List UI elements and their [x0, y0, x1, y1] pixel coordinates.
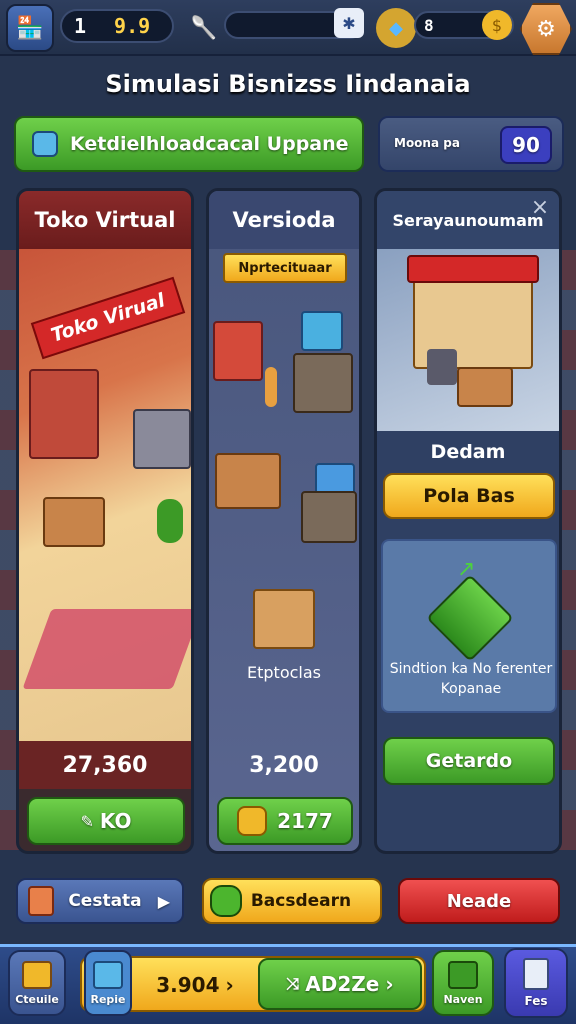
currency-value[interactable]: 3.904 ›	[140, 968, 250, 1002]
cart-small-image	[427, 349, 457, 385]
action-label: AD2Ze	[305, 972, 380, 996]
update-button[interactable]: Ketdielhloadcacal Uppane	[14, 116, 364, 172]
nav-repie-label: Repie	[90, 992, 126, 1006]
panel1-scene: Toko Virual	[19, 249, 191, 741]
chevron-right-icon-2: ›	[385, 972, 394, 996]
panel2-value: 3,200	[249, 753, 319, 778]
plant-image	[157, 499, 183, 543]
shuffle-icon: ⤨	[286, 974, 300, 993]
gems-value: 8	[424, 15, 434, 35]
parcel-image	[253, 589, 315, 649]
document-icon	[523, 958, 549, 990]
action-button[interactable]: ⤨ AD2Ze ›	[258, 958, 422, 1010]
nav-naven-label: Naven	[443, 992, 483, 1006]
box-icon	[93, 960, 123, 989]
neade-button[interactable]: Neade	[398, 878, 560, 924]
gear-icon[interactable]: ✱	[334, 8, 364, 38]
coin-icon[interactable]: $	[482, 10, 512, 40]
play-icon: ▶	[157, 891, 170, 911]
cube-icon	[448, 960, 478, 989]
rug-image	[22, 609, 191, 689]
gem-icon: ◆	[376, 8, 416, 48]
panel3-button[interactable]: Pola Bas	[383, 473, 555, 519]
panel3-label: Dedam	[430, 441, 506, 463]
page-title: Simulasi Bisnizss Iindanaia	[105, 70, 471, 98]
panel2-title: Versioda	[209, 191, 359, 249]
cestata-button[interactable]: Cestata ▶	[16, 878, 184, 924]
goods-table-image	[215, 453, 281, 509]
mode-button[interactable]: Moona pa 90	[378, 116, 564, 172]
upgrade-card: ↗ Sindtion ka No ferenter Kopanae	[381, 539, 557, 713]
shopper-image	[265, 367, 277, 407]
panel-serayaunoumam: Serayaunoumam × Dedam Pola Bas ↗ Sindtio…	[374, 188, 562, 854]
currency-amount: 3.904	[156, 973, 220, 997]
panel3-action-button[interactable]: Getardo	[383, 737, 555, 785]
nav-cteuile[interactable]: Cteuile	[8, 950, 66, 1016]
nav-cteuile-label: Cteuile	[15, 992, 59, 1006]
shelf-image	[29, 369, 99, 459]
chevron-right-icon: ›	[225, 973, 234, 997]
panel3-scene	[377, 249, 559, 431]
shop-icon[interactable]: 🏪	[6, 4, 54, 52]
pencil-icon: ✎	[80, 811, 94, 831]
bacsdearn-button[interactable]: Bacsdearn	[202, 878, 382, 924]
panel2-button[interactable]: 2177	[217, 797, 353, 845]
panel1-title: Toko Virtual	[19, 191, 191, 249]
top-bar: 🏪 1 9.9 🥄 ✱ ◆ 8 $ ⚙	[0, 0, 576, 56]
panel1-value-band: 27,360	[19, 741, 191, 789]
counter-image	[43, 497, 105, 547]
nav-naven[interactable]: Naven	[432, 950, 494, 1016]
magnifier-icon	[32, 131, 58, 157]
nav-fes[interactable]: Fes	[504, 948, 568, 1018]
bacsdearn-label: Bacsdearn	[250, 891, 352, 911]
shop-roof-image	[407, 255, 539, 283]
upgrade-text: Sindtion ka No ferenter Kopanae	[389, 661, 553, 697]
update-label: Ketdielhloadcacal Uppane	[70, 133, 349, 155]
panel1-button-label: KO	[99, 809, 132, 833]
cage-image	[293, 353, 353, 413]
close-icon[interactable]: ×	[527, 195, 553, 221]
panel-toko-virtual: Toko Virtual Toko Virual 27,360 ✎ KO	[16, 188, 194, 854]
level-pill: 1 9.9	[60, 9, 174, 43]
stall-small-image	[457, 367, 513, 407]
coins-value: 9.9	[114, 14, 151, 38]
panel2-badge: Nprtecituaar	[223, 253, 347, 283]
mode-value: 90	[500, 126, 552, 164]
cart-image	[133, 409, 191, 469]
cestata-label: Cestata	[68, 891, 142, 911]
panel-versioda: Versioda Nprtecituaar Etptoclas 3,200 21…	[206, 188, 362, 854]
panel2-label: Etptoclas	[247, 663, 321, 682]
coin-stack-icon	[237, 806, 268, 836]
panel2-button-label: 2177	[277, 809, 333, 833]
panel1-value: 27,360	[62, 752, 148, 778]
chest-icon	[22, 960, 52, 989]
panel1-button[interactable]: ✎ KO	[27, 797, 185, 845]
panel1-sign: Toko Virual	[30, 276, 186, 360]
crate-image	[301, 311, 343, 351]
spatula-icon[interactable]: 🥄	[180, 4, 228, 52]
card-icon	[28, 886, 54, 916]
mode-label: Moona pa	[394, 136, 460, 150]
upgrade-cube-icon	[426, 574, 514, 662]
nav-fes-label: Fes	[524, 994, 548, 1008]
market-stall-image	[213, 321, 263, 381]
gem-cluster-icon	[210, 885, 242, 917]
shelf-cage-image	[301, 491, 357, 543]
nav-repie[interactable]: Repie	[84, 950, 132, 1016]
level-value: 1	[74, 14, 87, 38]
upgrade-arrow-icon: ↗	[457, 557, 476, 582]
settings-cog-icon[interactable]: ⚙	[520, 3, 572, 55]
